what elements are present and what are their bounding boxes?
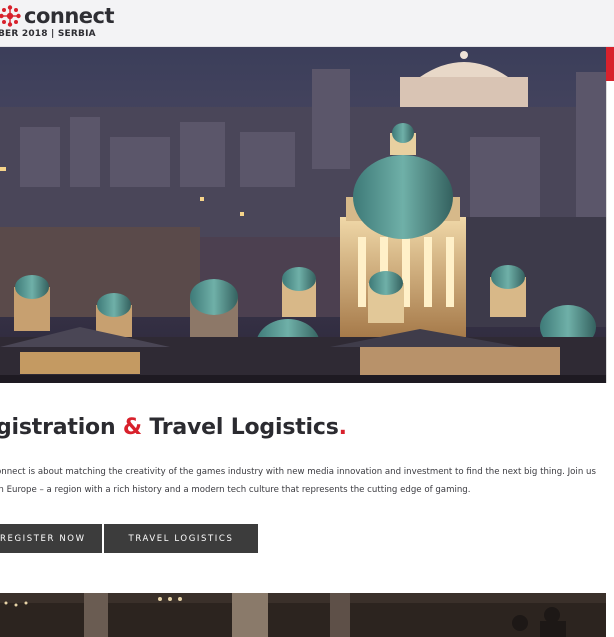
asterisk-flower-icon [0,5,21,27]
hero-image [0,47,606,383]
section-title: gistration & Travel Logistics. [0,415,347,440]
title-ampersand: & [122,415,142,440]
section-description: onnect is about matching the creativity … [0,467,596,495]
travel-logistics-button[interactable]: TRAVEL LOGISTICS [104,524,258,553]
event-tagline: BER 2018 | SERBIA [0,29,96,39]
site-header: connect BER 2018 | SERBIA [0,0,614,47]
logo[interactable]: connect [0,4,115,28]
title-part-registration: gistration [0,415,123,440]
side-accent-bar [606,47,614,81]
title-part-travel: Travel Logistics [141,415,339,440]
register-now-button[interactable]: REGISTER NOW [0,524,102,553]
logo-text: connect [24,4,115,28]
title-dot: . [338,415,347,440]
side-divider [606,81,614,383]
footer-image [0,593,606,637]
